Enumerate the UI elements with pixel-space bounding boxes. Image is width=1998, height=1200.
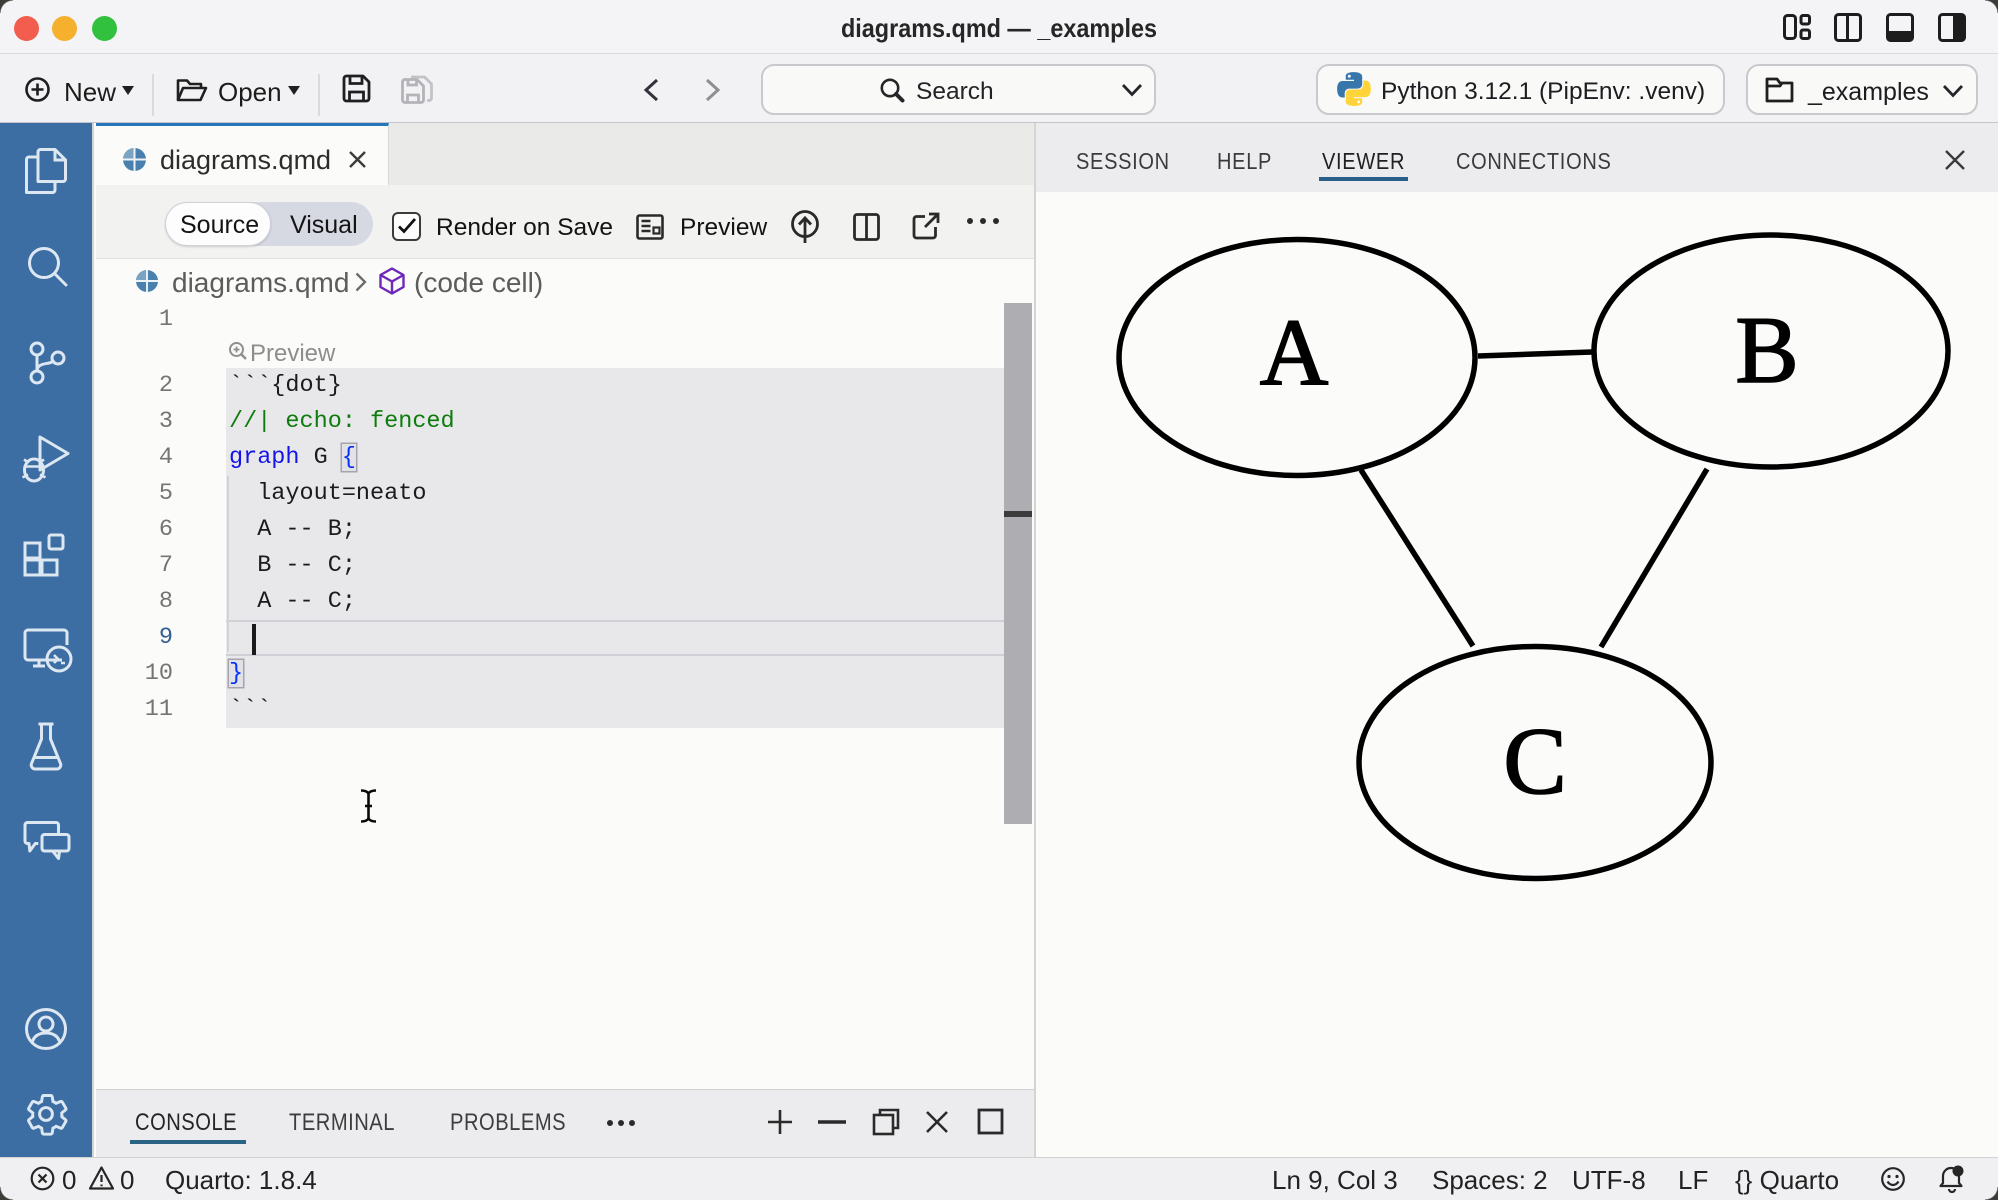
svg-text:C: C (1503, 708, 1566, 814)
svg-text:A: A (1260, 300, 1329, 406)
svg-text:B: B (1735, 297, 1798, 403)
